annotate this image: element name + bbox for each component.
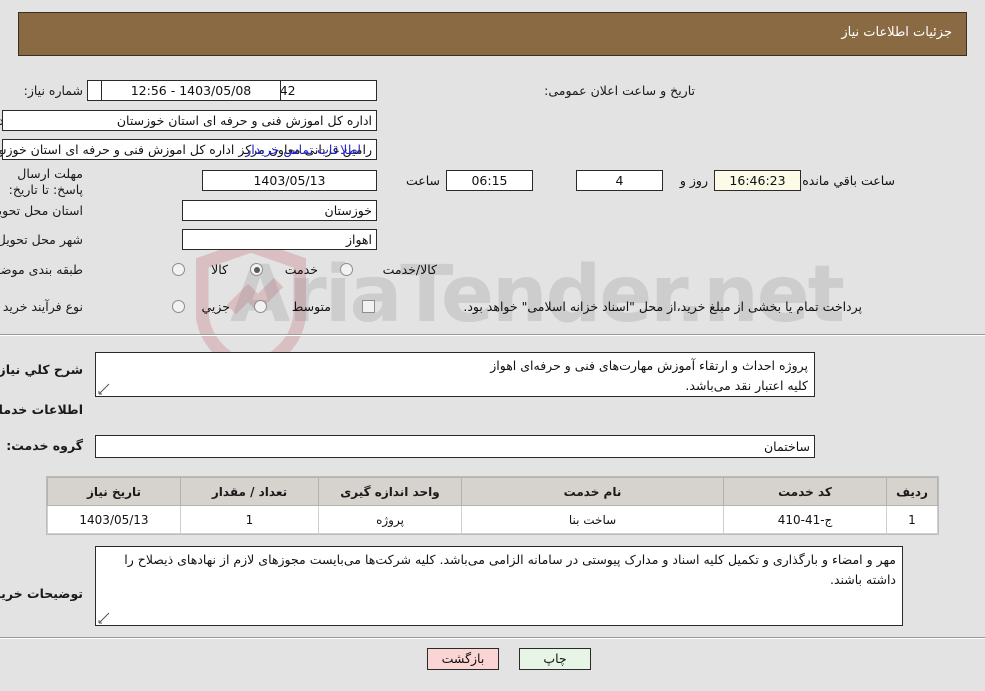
radio-category-kala-khedmat[interactable] (340, 263, 353, 276)
city-label: شهر محل تحویل: (0, 232, 83, 247)
page-header-bar: جزئیات اطلاعات نیاز (18, 12, 967, 56)
th-unit: واحد اندازه گیری (318, 477, 462, 506)
radio-category-kala-label: کالا (211, 262, 228, 277)
province-label: استان محل تحویل: (0, 203, 83, 218)
services-table: ردیف کد خدمت نام خدمت واحد اندازه گیری ت… (47, 477, 938, 534)
deadline-date-value: 1403/05/13 (202, 170, 377, 191)
buyer-notes-textarea[interactable]: مهر و امضاء و بارگذاری و تکمیل کلیه اسنا… (95, 546, 903, 626)
section-divider-top (0, 334, 985, 336)
service-group-label: گروه خدمت: (6, 438, 83, 453)
resize-grip-icon[interactable] (98, 383, 110, 395)
general-desc-label: شرح کلي نیاز: (0, 362, 83, 377)
print-button[interactable]: چاپ (519, 648, 591, 670)
cell-row-no: 1 (886, 505, 938, 534)
radio-category-khedmat-label: خدمت (284, 262, 318, 277)
category-label: طبقه بندی موضوعی: (0, 262, 83, 277)
deadline-label: مهلت ارسال پاسخ: تا تاریخ: (8, 166, 83, 197)
general-desc-textarea[interactable]: پروژه احداث و ارتقاء آموزش مهارت‌های فنی… (95, 352, 815, 397)
remaining-time-label: ساعت باقي مانده (802, 173, 895, 188)
resize-grip-icon[interactable] (98, 612, 110, 624)
deadline-hour-label: ساعت (405, 173, 440, 188)
remaining-time-value: 16:46:23 (714, 170, 801, 191)
services-section-title: اطلاعات خدمات مورد نیاز (0, 402, 83, 417)
page-title: جزئیات اطلاعات نیاز (841, 25, 952, 40)
th-service-name: نام خدمت (461, 477, 724, 506)
page-root: AriaTender.net جزئیات اطلاعات نیاز شماره… (0, 0, 985, 691)
announce-datetime-label: تاریخ و ساعت اعلان عمومی: (544, 83, 695, 98)
th-need-date: تاریخ نیاز (47, 477, 181, 506)
general-desc-value: پروژه احداث و ارتقاء آموزش مهارت‌های فنی… (490, 358, 808, 393)
radio-process-motavaset-label: متوسط (291, 299, 331, 314)
radio-category-kala-khedmat-label: کالا/خدمت (382, 262, 437, 277)
cell-quantity: 1 (180, 505, 319, 534)
deadline-hour-value: 06:15 (446, 170, 533, 191)
checkbox-treasury-bonds[interactable] (362, 300, 375, 313)
city-value: اهواز (182, 229, 377, 250)
th-quantity: تعداد / مقدار (180, 477, 319, 506)
radio-process-jozee-label: جزيي (201, 299, 230, 314)
table-header-row: ردیف کد خدمت نام خدمت واحد اندازه گیری ت… (47, 477, 938, 506)
cell-need-date: 1403/05/13 (47, 505, 181, 534)
buyer-notes-value: مهر و امضاء و بارگذاری و تکمیل کلیه اسنا… (124, 552, 896, 587)
buyer-notes-label: توضیحات خریدار: (0, 586, 83, 601)
cell-service-name: ساخت بنا (461, 505, 724, 534)
process-label: نوع فرآیند خرید : (0, 299, 83, 314)
remaining-days-label: روز و (679, 173, 708, 188)
announce-datetime-value: 1403/05/08 - 12:56 (101, 80, 281, 101)
need-number-label: شماره نیاز: (23, 83, 83, 98)
services-table-wrap: ردیف کد خدمت نام خدمت واحد اندازه گیری ت… (46, 476, 939, 535)
buyer-contact-link[interactable]: اطلاعات تماس خریدار (245, 142, 361, 157)
back-button[interactable]: بازگشت (427, 648, 499, 670)
radio-category-kala[interactable] (172, 263, 185, 276)
th-row-no: ردیف (886, 477, 938, 506)
radio-process-motavaset[interactable] (254, 300, 267, 313)
radio-process-jozee[interactable] (172, 300, 185, 313)
table-row[interactable]: 1 ج-41-410 ساخت بنا پروژه 1 1403/05/13 (47, 505, 938, 534)
cell-service-code: ج-41-410 (723, 505, 887, 534)
province-value: خوزستان (182, 200, 377, 221)
buyer-org-value: اداره کل اموزش فنی و حرفه ای استان خوزست… (2, 110, 377, 131)
watermark-text: AriaTender.net (230, 250, 845, 340)
cell-unit: پروژه (318, 505, 462, 534)
radio-category-khedmat[interactable] (250, 263, 263, 276)
section-divider-bottom (0, 637, 985, 639)
service-group-value: ساختمان (95, 435, 815, 458)
th-service-code: کد خدمت (723, 477, 887, 506)
remaining-days-value: 4 (576, 170, 663, 191)
treasury-bonds-note: پرداخت تمام یا بخشی از مبلغ خرید،از محل … (463, 299, 862, 314)
